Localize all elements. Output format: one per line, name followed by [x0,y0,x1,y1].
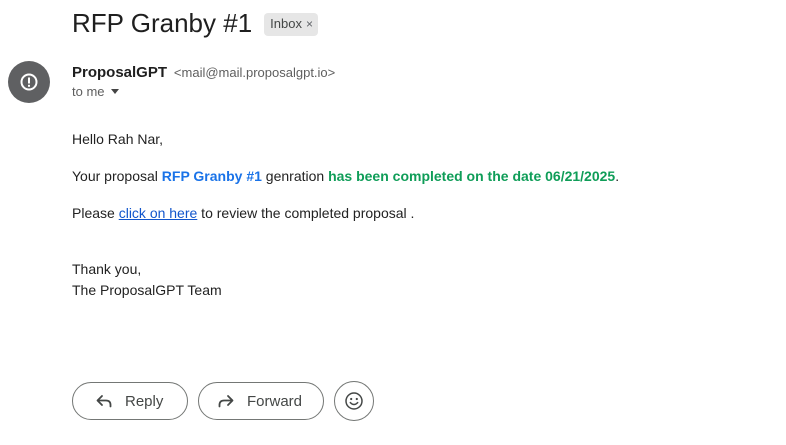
review-line-suffix: to review the completed proposal . [197,205,415,221]
status-line-mid: genration [261,168,329,184]
inbox-label-chip[interactable]: Inbox × [264,12,318,36]
reply-button[interactable]: Reply [72,382,188,420]
body-thanks: Thank you, [72,261,142,277]
proposal-name: RFP Granby #1 [161,168,262,184]
body-review-line: Please click on here to review the compl… [72,203,414,223]
completion-status: has been completed on the date 06/21/202… [328,168,616,184]
email-subject: RFP Granby #1 [72,8,253,38]
recipient-text: to me [72,84,105,99]
forward-button[interactable]: Forward [198,382,324,420]
label-chip-text: Inbox [270,16,302,31]
email-view: RFP Granby #1 Inbox × ProposalGPT <mail@… [0,0,786,445]
subject-row: RFP Granby #1 Inbox × [72,4,318,42]
body-signature: The ProposalGPT Team [72,282,222,298]
smiley-icon [345,392,363,410]
body-status-line: Your proposal RFP Granby #1 genration ha… [72,166,619,186]
body-greeting: Hello Rah Nar, [72,131,164,147]
status-line-prefix: Your proposal [72,168,162,184]
status-line-suffix: . [615,168,620,184]
review-line-prefix: Please [72,205,119,221]
forward-label: Forward [247,392,303,410]
message-actions: Reply Forward [72,381,374,421]
details-dropdown-icon[interactable] [110,89,119,94]
reply-label: Reply [125,392,164,410]
emoji-reaction-button[interactable] [334,381,374,421]
sender-row: ProposalGPT <mail@mail.proposalgpt.io> [72,62,335,83]
alert-circle-icon [20,73,38,91]
forward-icon [218,395,234,408]
sender-email: <mail@mail.proposalgpt.io> [173,65,336,80]
sender-avatar[interactable] [8,61,50,103]
review-proposal-link[interactable]: click on here [119,205,198,221]
reply-icon [96,395,112,408]
remove-label-icon[interactable]: × [306,17,313,31]
recipient-row: to me [72,84,119,99]
sender-name[interactable]: ProposalGPT [72,64,167,81]
